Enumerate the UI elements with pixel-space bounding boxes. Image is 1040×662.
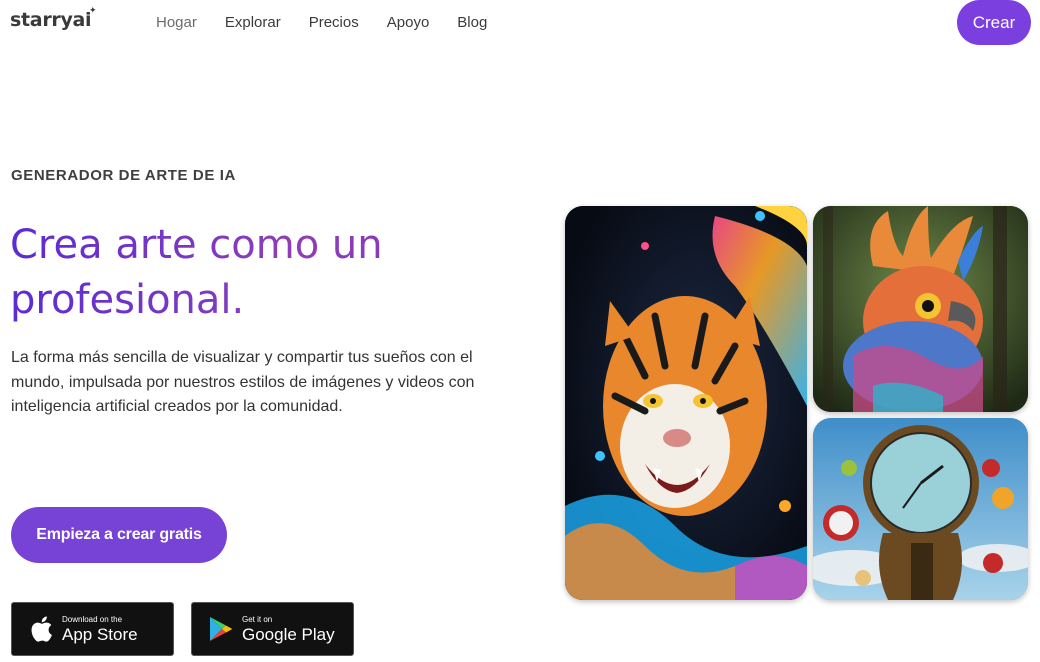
- headline-line-1: Crea arte como un: [10, 222, 383, 268]
- google-play-icon: [208, 615, 234, 643]
- logo-text: starryai: [10, 9, 92, 31]
- nav-link-apoyo[interactable]: Apoyo: [387, 14, 430, 31]
- nav-links: Hogar Explorar Precios Apoyo Blog: [156, 14, 515, 31]
- page-title: Crea arte como un profesional.: [10, 218, 530, 328]
- app-store-label: App Store: [62, 624, 138, 644]
- start-free-button[interactable]: Empieza a crear gratis: [11, 507, 227, 563]
- nav-link-hogar[interactable]: Hogar: [156, 14, 197, 31]
- nav-link-precios[interactable]: Precios: [309, 14, 359, 31]
- app-store-small-label: Download on the: [62, 614, 123, 624]
- tiger-artwork-image[interactable]: [565, 206, 807, 600]
- apple-icon: [28, 615, 54, 643]
- app-store-button[interactable]: Download on the App Store: [11, 602, 174, 656]
- nav-link-blog[interactable]: Blog: [457, 14, 487, 31]
- top-nav: starryai ✦ Hogar Explorar Precios Apoyo B…: [0, 0, 1040, 46]
- bird-artwork-image[interactable]: [813, 206, 1028, 412]
- logo[interactable]: starryai ✦: [10, 6, 97, 31]
- hero-description: La forma más sencilla de visualizar y co…: [11, 349, 475, 415]
- create-button[interactable]: Crear: [957, 0, 1031, 45]
- google-play-button[interactable]: Get it on Google Play: [191, 602, 354, 656]
- sparkle-icon: ✦: [89, 6, 97, 16]
- google-play-label: Google Play: [242, 624, 335, 644]
- nav-link-explorar[interactable]: Explorar: [225, 14, 281, 31]
- google-play-small-label: Get it on: [242, 614, 273, 624]
- clock-artwork-image[interactable]: [813, 418, 1028, 600]
- eyebrow-label: GENERADOR DE ARTE DE IA: [11, 167, 236, 184]
- headline-line-2: profesional.: [10, 277, 245, 323]
